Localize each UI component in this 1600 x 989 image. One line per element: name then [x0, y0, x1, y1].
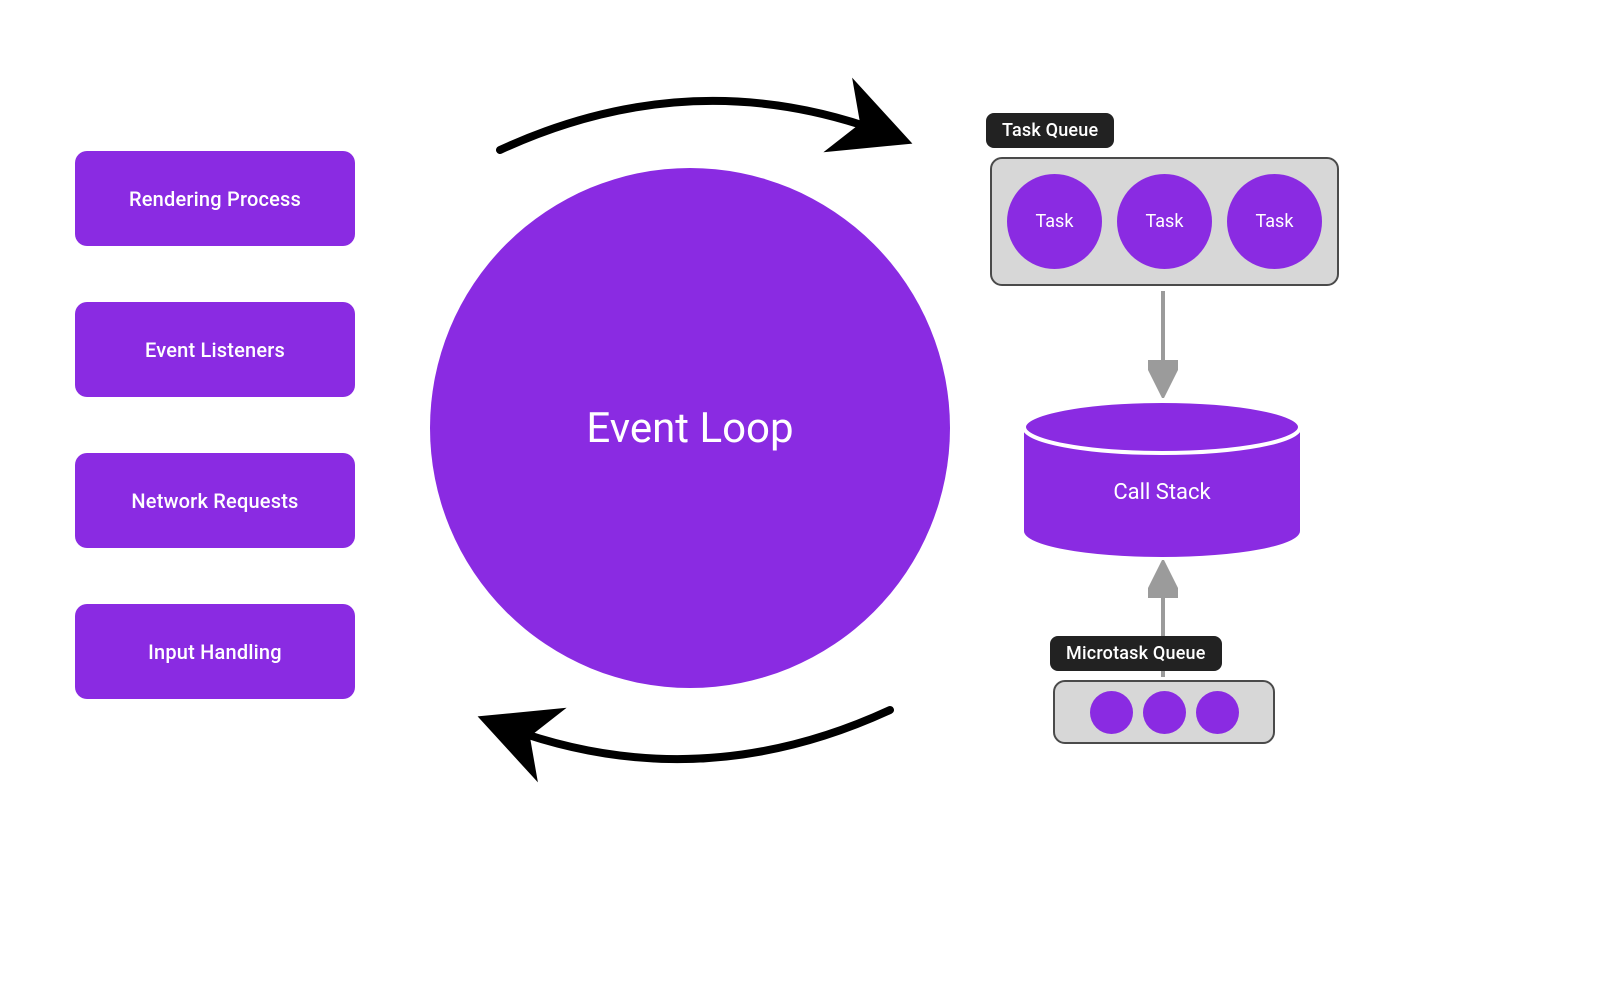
card-rendering-process: Rendering Process: [75, 151, 355, 246]
microtask-queue-box: [1053, 680, 1275, 744]
microtask-queue-label: Microtask Queue: [1050, 636, 1222, 671]
arrow-taskqueue-to-callstack-icon: [1148, 288, 1178, 398]
task-queue-box: Task Task Task: [990, 157, 1339, 286]
task-label: Task: [1036, 211, 1074, 232]
task-queue-label: Task Queue: [986, 113, 1114, 148]
task-item: Task: [1007, 174, 1102, 269]
queue-label-text: Microtask Queue: [1066, 643, 1206, 664]
task-label: Task: [1146, 211, 1184, 232]
card-label: Network Requests: [131, 489, 298, 513]
card-label: Rendering Process: [129, 187, 301, 211]
loop-arrow-top-icon: [460, 75, 930, 170]
task-label: Task: [1256, 211, 1294, 232]
card-label: Input Handling: [148, 640, 282, 664]
task-item: Task: [1227, 174, 1322, 269]
event-loop-title: Event Loop: [586, 404, 793, 453]
queue-label-text: Task Queue: [1002, 120, 1098, 141]
card-input-handling: Input Handling: [75, 604, 355, 699]
task-item: Task: [1117, 174, 1212, 269]
event-loop-circle: Event Loop: [430, 168, 950, 688]
call-stack-cylinder: Call Stack: [1022, 399, 1302, 559]
card-event-listeners: Event Listeners: [75, 302, 355, 397]
diagram-stage: Rendering Process Event Listeners Networ…: [0, 0, 1600, 989]
loop-arrow-bottom-icon: [460, 690, 930, 785]
microtask-item: [1090, 691, 1133, 734]
card-network-requests: Network Requests: [75, 453, 355, 548]
microtask-item: [1196, 691, 1239, 734]
microtask-item: [1143, 691, 1186, 734]
card-label: Event Listeners: [145, 338, 285, 362]
call-stack-label: Call Stack: [1113, 480, 1211, 505]
